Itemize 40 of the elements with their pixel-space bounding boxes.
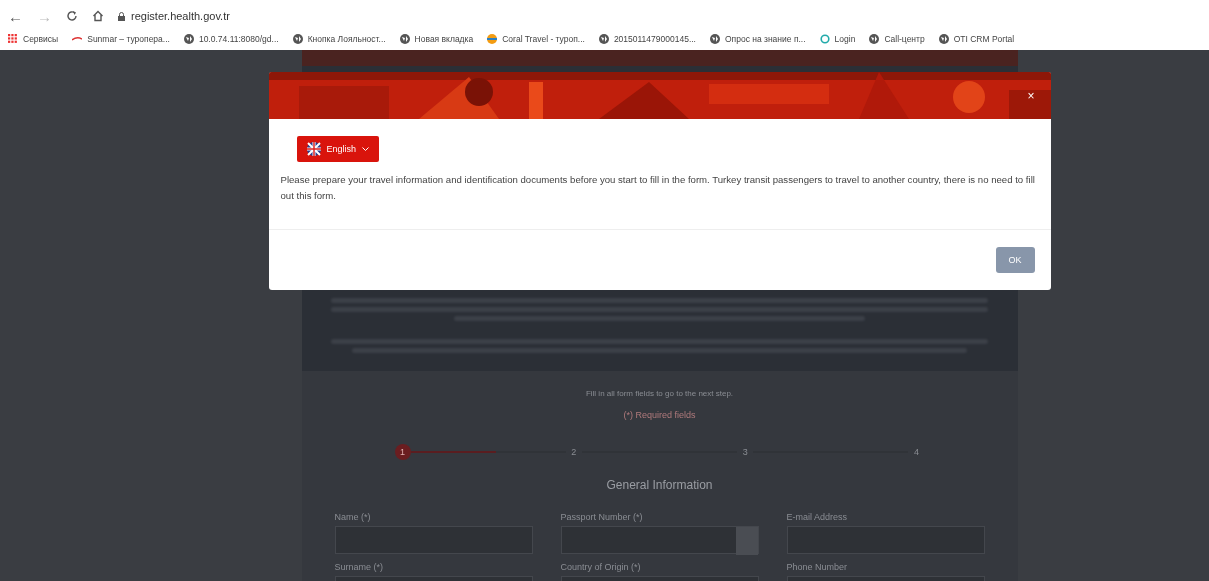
field-label: Country of Origin (*) — [560, 562, 642, 572]
apps-icon — [8, 34, 18, 44]
language-button[interactable]: English — [296, 136, 380, 162]
field-label: Phone Number — [786, 562, 849, 572]
bookmark[interactable]: Опрос на знание п... — [724, 34, 806, 44]
address-bar[interactable]: register.health.gov.tr — [131, 10, 230, 22]
ring-icon — [819, 34, 830, 44]
ball-icon — [487, 34, 498, 44]
field-label: Passport Number (*) — [560, 512, 644, 522]
bookmark[interactable]: OTI CRM Portal — [953, 34, 1015, 44]
step-marker: 3 — [741, 446, 749, 459]
close-button[interactable]: × — [1027, 90, 1035, 102]
section-title: General Information — [606, 478, 713, 492]
bookmark[interactable]: Login — [834, 34, 856, 44]
back-button[interactable]: ← — [8, 8, 23, 24]
field-label: E-mail Address — [786, 512, 849, 522]
bookmark[interactable]: Sunmar – туропера... — [87, 34, 170, 44]
wave-icon — [72, 36, 83, 42]
step-marker: 4 — [912, 446, 920, 459]
bookmark[interactable]: Кнопка Лояльност... — [307, 34, 386, 44]
home-icon[interactable] — [92, 10, 104, 22]
input-field[interactable] — [560, 526, 759, 554]
bookmark[interactable]: Новая вкладка — [414, 34, 474, 44]
dialog-message: Please prepare your travel information and identification documents before you start to fill in the form. Turkey transit passengers to travel to another country, there is no need to fill out this form. — [280, 173, 1036, 204]
lock-icon — [118, 11, 125, 21]
bookmark[interactable]: Coral Travel - туроп... — [502, 34, 585, 44]
bookmark[interactable]: 2015011479000145... — [613, 34, 696, 44]
field-label: Name (*) — [334, 512, 372, 522]
step-marker: 1 — [394, 444, 411, 460]
caret-icon — [362, 146, 370, 152]
required-note: (*) Required fields — [623, 410, 696, 420]
step-marker: 2 — [570, 446, 578, 459]
flag-icon — [306, 142, 321, 156]
bookmark[interactable]: Call-центр — [884, 34, 925, 44]
bookmark[interactable]: Сервисы — [23, 34, 59, 44]
field-label: Surname (*) — [334, 562, 384, 572]
hint-text: Fill in all form fields to go to the next step. — [585, 389, 734, 398]
reload-icon[interactable] — [66, 10, 78, 22]
bookmark[interactable]: 10.0.74.11:8080/gd... — [198, 34, 279, 44]
scan-button[interactable] — [735, 527, 758, 555]
